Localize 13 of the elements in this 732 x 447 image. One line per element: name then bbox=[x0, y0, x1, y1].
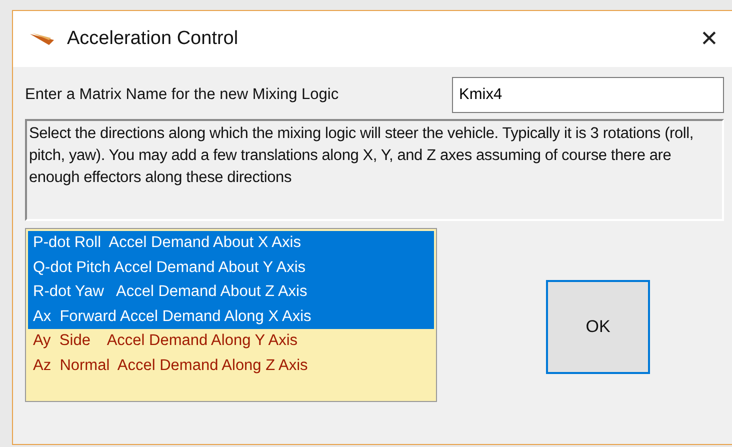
list-item[interactable]: P-dot Roll Accel Demand About X Axis bbox=[28, 231, 434, 256]
matrix-name-label: Enter a Matrix Name for the new Mixing Logic bbox=[25, 86, 339, 104]
list-item[interactable]: R-dot Yaw Accel Demand About Z Axis bbox=[28, 280, 434, 304]
ok-button[interactable]: OK bbox=[546, 280, 650, 374]
list-item[interactable]: Q-dot Pitch Accel Demand About Y Axis bbox=[28, 256, 434, 280]
app-icon bbox=[29, 32, 55, 46]
matrix-name-field[interactable]: Kmix4 bbox=[452, 77, 724, 113]
description-text: Select the directions along which the mixing logic will steer the vehicle. Typically it is 3 rotations (roll, pitch, yaw). You may add a few translations along X, Y, and Z axes assuming of course there are enough effectors along these directions bbox=[25, 119, 724, 221]
list-item[interactable]: Ax Forward Accel Demand Along X Axis bbox=[28, 304, 434, 329]
window-title: Acceleration Control bbox=[67, 28, 240, 50]
close-button[interactable]: ✕ bbox=[686, 26, 732, 52]
list-item[interactable]: Az Normal Accel Demand Along Z Axis bbox=[28, 354, 434, 378]
list-item[interactable]: Ay Side Accel Demand Along Y Axis bbox=[28, 329, 434, 354]
